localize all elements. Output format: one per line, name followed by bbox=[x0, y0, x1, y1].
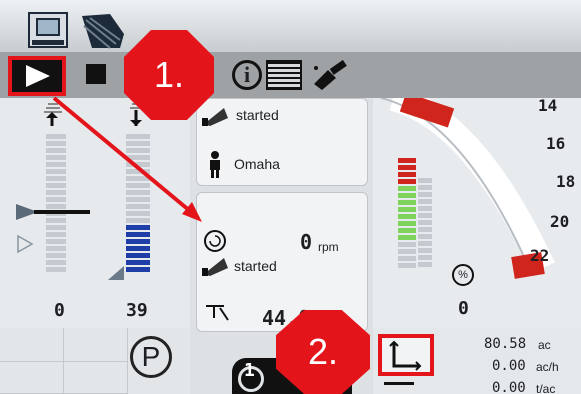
callout-1: 1. bbox=[124, 30, 214, 120]
callout-2: 2. bbox=[276, 310, 370, 394]
